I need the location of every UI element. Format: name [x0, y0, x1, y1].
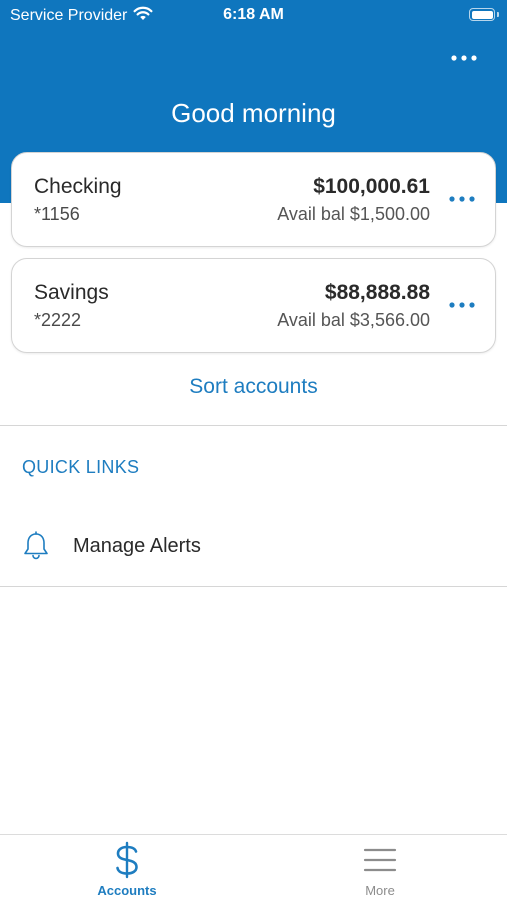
- ellipsis-icon: [449, 196, 475, 202]
- account-balance: $88,888.88: [324, 281, 430, 304]
- ellipsis-icon: [451, 55, 477, 61]
- section-divider: [0, 586, 507, 587]
- sort-accounts-link[interactable]: Sort accounts: [0, 375, 507, 399]
- account-number: *2222: [34, 310, 82, 330]
- account-more-button[interactable]: [447, 295, 477, 315]
- tab-label: More: [365, 883, 395, 898]
- accounts-screen: Service Provider 6:18 AM Good morning Ch…: [0, 0, 507, 900]
- battery-icon: [469, 8, 495, 21]
- section-divider: [0, 425, 507, 426]
- tab-label: Accounts: [97, 883, 157, 898]
- account-number: *1156: [34, 204, 80, 224]
- quick-links-title: QUICK LINKS: [22, 457, 140, 477]
- quick-link-label: Manage Alerts: [73, 535, 201, 557]
- account-card-checking[interactable]: Checking *1156 $100,000.61 Avail bal $1,…: [11, 152, 496, 247]
- tab-accounts[interactable]: Accounts: [47, 835, 207, 900]
- dollar-icon: [47, 841, 207, 879]
- ellipsis-icon: [449, 302, 475, 308]
- account-balance: $100,000.61: [313, 175, 430, 198]
- account-available-balance: Avail bal $3,566.00: [277, 310, 430, 330]
- tab-bar: Accounts More: [0, 834, 507, 900]
- battery-tip: [497, 12, 499, 17]
- header-more-button[interactable]: [449, 48, 479, 68]
- quick-link-manage-alerts[interactable]: Manage Alerts: [0, 515, 507, 577]
- account-card-savings[interactable]: Savings *2222 $88,888.88 Avail bal $3,56…: [11, 258, 496, 353]
- account-available-balance: Avail bal $1,500.00: [277, 204, 430, 224]
- hamburger-menu-icon: [300, 841, 460, 879]
- tab-more[interactable]: More: [300, 835, 460, 900]
- account-name: Checking: [34, 175, 122, 198]
- status-time: 6:18 AM: [223, 6, 284, 23]
- status-bar: Service Provider 6:18 AM: [0, 0, 507, 30]
- greeting-text: Good morning: [171, 98, 336, 128]
- battery-level: [471, 10, 493, 19]
- account-more-button[interactable]: [447, 189, 477, 209]
- bell-icon: [22, 531, 50, 561]
- account-name: Savings: [34, 281, 109, 304]
